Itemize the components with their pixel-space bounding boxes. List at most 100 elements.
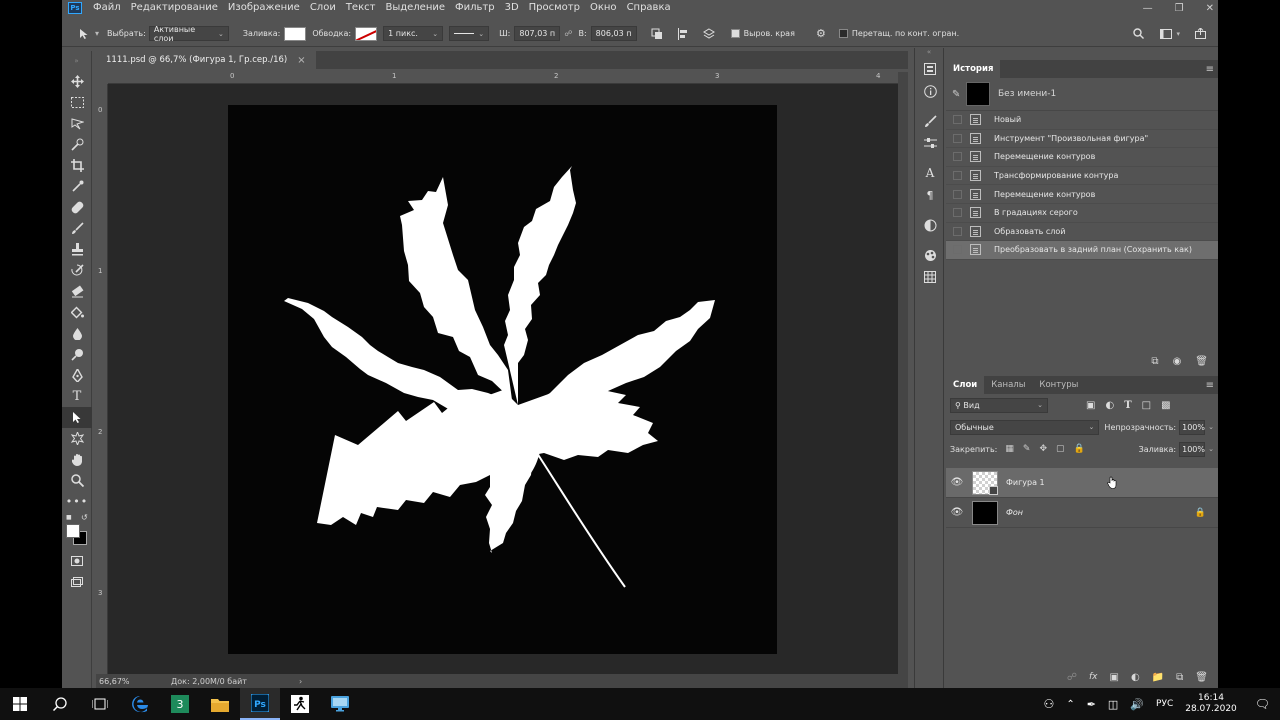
foreground-color-swatch[interactable] xyxy=(66,524,80,538)
link-layers-icon[interactable]: ☍ xyxy=(1067,672,1077,683)
history-item[interactable]: Инструмент "Произвольная фигура" xyxy=(946,130,1218,149)
path-arrangement-icon[interactable] xyxy=(701,26,717,42)
swatches-icon[interactable] xyxy=(915,244,945,266)
clock[interactable]: 16:14 28.07.2020 xyxy=(1185,693,1237,715)
volume-icon[interactable]: 🔊 xyxy=(1130,698,1144,711)
layer-mask-icon[interactable]: ▣ xyxy=(1110,672,1119,683)
type-tool-icon[interactable]: T xyxy=(62,386,92,407)
history-checkbox[interactable] xyxy=(953,152,962,162)
history-item-selected[interactable]: Преобразовать в задний план (Сохранить к… xyxy=(946,241,1218,260)
fx-icon[interactable]: fx xyxy=(1089,672,1098,682)
tab-paths[interactable]: Контуры xyxy=(1032,376,1085,394)
search-icon[interactable] xyxy=(40,688,80,720)
brush-settings-icon[interactable] xyxy=(915,110,945,132)
camera-icon[interactable]: ◉ xyxy=(1173,356,1182,367)
stroke-size-dropdown[interactable]: 1 пикс. ⌄ xyxy=(383,26,444,41)
fill-input[interactable]: 100% xyxy=(1179,441,1206,457)
running-figure-app-icon[interactable] xyxy=(280,688,320,720)
history-tab[interactable]: История xyxy=(946,60,1001,78)
lock-position-icon[interactable]: ✥ xyxy=(1039,444,1047,454)
filter-adjustment-icon[interactable]: ◐ xyxy=(1105,400,1114,411)
vertical-scrollbar[interactable] xyxy=(898,72,908,674)
layer-name[interactable]: Фигура 1 xyxy=(1006,478,1045,487)
history-snapshot[interactable]: ✎ Без имени-1 xyxy=(946,78,1218,111)
adjustments-icon[interactable] xyxy=(915,214,945,236)
filter-smart-object-icon[interactable]: ▩ xyxy=(1161,400,1170,411)
brush-tool-icon[interactable] xyxy=(62,218,92,239)
quick-mask-icon[interactable] xyxy=(62,550,92,571)
paint-bucket-tool-icon[interactable] xyxy=(62,302,92,323)
trash-icon[interactable]: 🗑 xyxy=(1195,356,1208,367)
menu-view[interactable]: Просмотр xyxy=(524,0,585,16)
trash-icon[interactable]: 🗑 xyxy=(1195,672,1208,683)
status-menu-arrow-icon[interactable]: › xyxy=(299,677,302,686)
new-document-from-state-icon[interactable]: ⧉ xyxy=(1151,356,1158,367)
history-item[interactable]: Новый xyxy=(946,111,1218,130)
history-brush-tool-icon[interactable] xyxy=(62,260,92,281)
menu-file[interactable]: Файл xyxy=(88,0,126,16)
history-checkbox[interactable] xyxy=(953,171,962,181)
history-checkbox[interactable] xyxy=(953,245,962,255)
adjustments-sliders-icon[interactable] xyxy=(915,132,945,154)
path-alignment-icon[interactable] xyxy=(675,26,691,42)
move-tool-icon[interactable] xyxy=(62,71,92,92)
lasso-tool-icon[interactable] xyxy=(62,113,92,134)
new-group-icon[interactable]: 📁 xyxy=(1152,672,1164,683)
crop-tool-icon[interactable] xyxy=(62,155,92,176)
menu-image[interactable]: Изображение xyxy=(223,0,305,16)
menu-edit[interactable]: Редактирование xyxy=(126,0,223,16)
history-checkbox[interactable] xyxy=(953,115,962,125)
lock-transparent-icon[interactable]: ▦ xyxy=(1005,444,1014,454)
hand-tool-icon[interactable] xyxy=(62,449,92,470)
width-input[interactable]: 807,03 п xyxy=(514,26,561,41)
layer-name[interactable]: Фон xyxy=(1006,508,1023,517)
menu-type[interactable]: Текст xyxy=(341,0,381,16)
select-layers-dropdown[interactable]: Активные слои ⌄ xyxy=(148,25,229,43)
healing-brush-tool-icon[interactable] xyxy=(62,197,92,218)
windows-start-icon[interactable] xyxy=(0,688,40,720)
minimize-icon[interactable]: — xyxy=(1143,3,1153,14)
chevron-down-icon[interactable]: ▾ xyxy=(1176,30,1180,38)
toolbar-collapse-icon[interactable]: » xyxy=(62,51,91,71)
search-icon[interactable] xyxy=(1130,26,1146,42)
menu-3d[interactable]: 3D xyxy=(500,0,524,16)
remote-desktop-icon[interactable] xyxy=(320,688,360,720)
lock-pixels-icon[interactable]: ✎ xyxy=(1023,444,1031,454)
network-icon[interactable]: ◫ xyxy=(1108,698,1118,711)
eye-icon[interactable]: 👁 xyxy=(946,477,968,488)
path-selection-tool-icon[interactable] xyxy=(62,407,92,428)
menu-select[interactable]: Выделение xyxy=(380,0,450,16)
share-icon[interactable] xyxy=(1192,26,1208,42)
panel-menu-icon[interactable]: ≡ xyxy=(1206,380,1214,391)
edge-browser-icon[interactable] xyxy=(120,688,160,720)
clone-stamp-tool-icon[interactable] xyxy=(62,239,92,260)
task-view-icon[interactable] xyxy=(80,688,120,720)
gear-icon[interactable]: ⚙ xyxy=(813,26,829,42)
custom-shape-tool-icon[interactable] xyxy=(62,428,92,449)
default-colors-icon[interactable]: ■ xyxy=(66,514,72,521)
language-indicator[interactable]: РУС xyxy=(1156,699,1173,709)
grid-icon[interactable] xyxy=(915,266,945,288)
file-explorer-icon[interactable] xyxy=(200,688,240,720)
history-item[interactable]: В градациях серого xyxy=(946,204,1218,223)
photoshop-taskbar-icon[interactable]: Ps xyxy=(240,688,280,720)
blend-mode-dropdown[interactable]: Обычные ⌄ xyxy=(950,419,1100,435)
document-canvas[interactable] xyxy=(228,105,777,654)
layer-row[interactable]: 👁 Фон 🔒 xyxy=(946,498,1218,528)
collapse-arrows-icon[interactable]: « xyxy=(915,48,943,58)
dodge-tool-icon[interactable] xyxy=(62,344,92,365)
history-item[interactable]: Перемещение контуров xyxy=(946,148,1218,167)
menu-window[interactable]: Окно xyxy=(585,0,622,16)
fill-swatch[interactable] xyxy=(284,26,307,41)
chevron-down-icon[interactable]: ⌄ xyxy=(1208,445,1214,453)
eraser-tool-icon[interactable] xyxy=(62,281,92,302)
chevron-up-icon[interactable]: ⌃ xyxy=(1066,699,1074,710)
history-item[interactable]: Трансформирование контура xyxy=(946,167,1218,186)
layer-row[interactable]: 👁 Фигура 1 xyxy=(946,468,1218,498)
opacity-input[interactable]: 100% xyxy=(1179,419,1206,435)
paragraph-icon[interactable]: ¶ xyxy=(915,184,945,206)
adjustment-layer-icon[interactable]: ◐ xyxy=(1131,672,1140,683)
restore-icon[interactable]: ❐ xyxy=(1175,3,1184,14)
history-brush-source-icon[interactable]: ✎ xyxy=(952,89,960,100)
menu-help[interactable]: Справка xyxy=(622,0,676,16)
